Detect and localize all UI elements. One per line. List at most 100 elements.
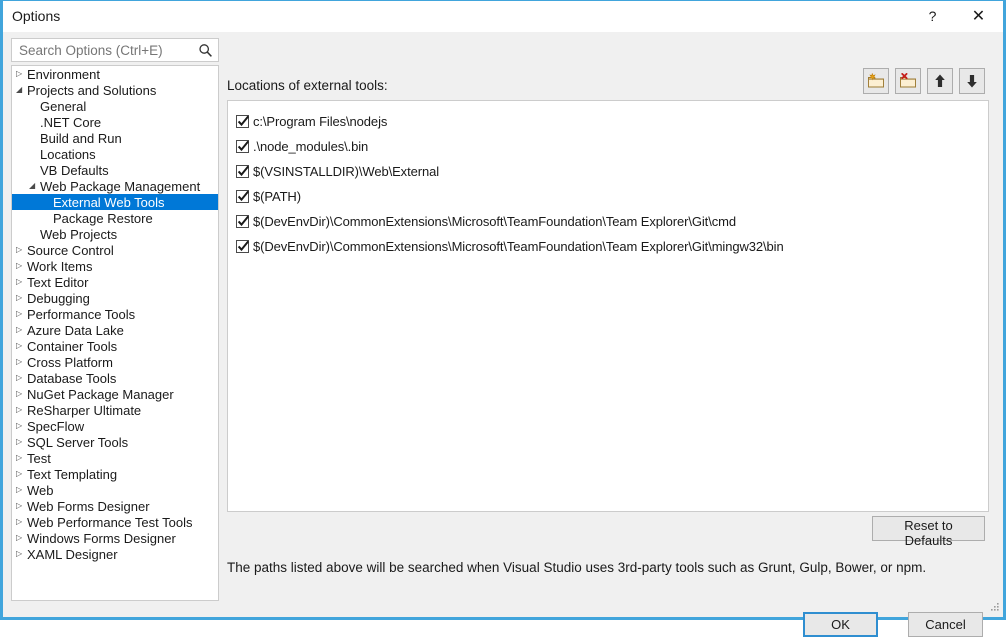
sidebar-item-database-tools[interactable]: ▷ Database Tools bbox=[12, 370, 218, 386]
cancel-button[interactable]: Cancel bbox=[908, 612, 983, 637]
chevron-right-icon[interactable]: ▷ bbox=[16, 386, 27, 402]
sidebar-item-package-restore[interactable]: Package Restore bbox=[12, 210, 218, 226]
chevron-right-icon[interactable]: ▷ bbox=[16, 370, 27, 386]
list-item[interactable]: $(PATH) bbox=[236, 184, 988, 209]
chevron-right-icon[interactable]: ▷ bbox=[16, 418, 27, 434]
sidebar-item-specflow[interactable]: ▷ SpecFlow bbox=[12, 418, 218, 434]
chevron-right-icon[interactable]: ▷ bbox=[16, 274, 27, 290]
search-input[interactable] bbox=[17, 39, 192, 61]
sidebar-item-web-forms-designer[interactable]: ▷ Web Forms Designer bbox=[12, 498, 218, 514]
add-folder-button[interactable] bbox=[863, 68, 889, 94]
locations-label: Locations of external tools: bbox=[227, 78, 388, 93]
sidebar-item-label: SQL Server Tools bbox=[27, 434, 129, 450]
sidebar-item-net-core[interactable]: .NET Core bbox=[12, 114, 218, 130]
sidebar-item-general[interactable]: General bbox=[12, 98, 218, 114]
list-item[interactable]: c:\Program Files\nodejs bbox=[236, 109, 988, 134]
close-icon[interactable]: ✕ bbox=[956, 1, 1001, 31]
sidebar-item-label: Web Package Management bbox=[40, 178, 201, 194]
chevron-right-icon[interactable]: ▷ bbox=[16, 514, 27, 530]
chevron-right-icon[interactable]: ▷ bbox=[16, 322, 27, 338]
move-up-button[interactable] bbox=[927, 68, 953, 94]
sidebar-item-xaml-designer[interactable]: ▷ XAML Designer bbox=[12, 546, 218, 562]
chevron-right-icon[interactable]: ▷ bbox=[16, 530, 27, 546]
sidebar-item-label: Windows Forms Designer bbox=[27, 530, 176, 546]
sidebar-item-web[interactable]: ▷ Web bbox=[12, 482, 218, 498]
chevron-right-icon[interactable]: ▷ bbox=[16, 290, 27, 306]
list-item[interactable]: $(DevEnvDir)\CommonExtensions\Microsoft\… bbox=[236, 209, 988, 234]
chevron-right-icon[interactable]: ▷ bbox=[16, 306, 27, 322]
reset-to-defaults-button[interactable]: Reset to Defaults bbox=[872, 516, 985, 548]
chevron-right-icon[interactable]: ▷ bbox=[16, 354, 27, 370]
sidebar-item-label: Projects and Solutions bbox=[27, 82, 157, 98]
sidebar-item-vb-defaults[interactable]: VB Defaults bbox=[12, 162, 218, 178]
path-checkbox[interactable] bbox=[236, 190, 249, 203]
search-icon[interactable] bbox=[196, 41, 214, 59]
sidebar-item-windows-forms-designer[interactable]: ▷ Windows Forms Designer bbox=[12, 530, 218, 546]
sidebar-item-build-and-run[interactable]: Build and Run bbox=[12, 130, 218, 146]
sidebar-item-label: XAML Designer bbox=[27, 546, 118, 562]
chevron-right-icon[interactable]: ▷ bbox=[16, 258, 27, 274]
sidebar-item-label: Container Tools bbox=[27, 338, 118, 354]
help-button[interactable]: ? bbox=[910, 1, 955, 31]
sidebar-item-external-web-tools[interactable]: External Web Tools bbox=[12, 194, 218, 210]
sidebar-item-test[interactable]: ▷ Test bbox=[12, 450, 218, 466]
sidebar-item-work-items[interactable]: ▷ Work Items bbox=[12, 258, 218, 274]
resize-grip[interactable] bbox=[988, 600, 1000, 612]
sidebar-item-source-control[interactable]: ▷ Source Control bbox=[12, 242, 218, 258]
chevron-right-icon[interactable]: ▷ bbox=[16, 66, 27, 82]
chevron-right-icon[interactable]: ▷ bbox=[16, 402, 27, 418]
sidebar-item-projects-and-solutions[interactable]: ◢ Projects and Solutions bbox=[12, 82, 218, 98]
sidebar-item-label: VB Defaults bbox=[40, 162, 109, 178]
chevron-right-icon[interactable]: ▷ bbox=[16, 450, 27, 466]
sidebar-item-azure-data-lake[interactable]: ▷ Azure Data Lake bbox=[12, 322, 218, 338]
sidebar-item-debugging[interactable]: ▷ Debugging bbox=[12, 290, 218, 306]
sidebar-item-sql-server-tools[interactable]: ▷ SQL Server Tools bbox=[12, 434, 218, 450]
sidebar-item-cross-platform[interactable]: ▷ Cross Platform bbox=[12, 354, 218, 370]
path-checkbox[interactable] bbox=[236, 165, 249, 178]
sidebar-item-text-editor[interactable]: ▷ Text Editor bbox=[12, 274, 218, 290]
sidebar-item-performance-tools[interactable]: ▷ Performance Tools bbox=[12, 306, 218, 322]
sidebar-item-label: Locations bbox=[40, 146, 96, 162]
options-tree[interactable]: ▷ Environment ◢ Projects and Solutions Gener… bbox=[11, 65, 219, 601]
sidebar-item-web-performance-test-tools[interactable]: ▷ Web Performance Test Tools bbox=[12, 514, 218, 530]
chevron-right-icon[interactable]: ▷ bbox=[16, 498, 27, 514]
ok-button[interactable]: OK bbox=[803, 612, 878, 637]
sidebar-item-locations[interactable]: Locations bbox=[12, 146, 218, 162]
list-item[interactable]: $(DevEnvDir)\CommonExtensions\Microsoft\… bbox=[236, 234, 988, 259]
sidebar-item-environment[interactable]: ▷ Environment bbox=[12, 66, 218, 82]
list-item[interactable]: .\node_modules\.bin bbox=[236, 134, 988, 159]
move-down-button[interactable] bbox=[959, 68, 985, 94]
path-checkbox[interactable] bbox=[236, 115, 249, 128]
sidebar-item-label: Web Forms Designer bbox=[27, 498, 150, 514]
path-text: $(DevEnvDir)\CommonExtensions\Microsoft\… bbox=[253, 239, 784, 254]
path-checkbox[interactable] bbox=[236, 240, 249, 253]
sidebar-item-container-tools[interactable]: ▷ Container Tools bbox=[12, 338, 218, 354]
path-checkbox[interactable] bbox=[236, 140, 249, 153]
path-text: $(VSINSTALLDIR)\Web\External bbox=[253, 164, 440, 179]
chevron-right-icon[interactable]: ▷ bbox=[16, 482, 27, 498]
sidebar-item-label: General bbox=[40, 98, 87, 114]
delete-folder-button[interactable] bbox=[895, 68, 921, 94]
path-checkbox[interactable] bbox=[236, 215, 249, 228]
sidebar-item-label: Test bbox=[27, 450, 51, 466]
sidebar-item-label: NuGet Package Manager bbox=[27, 386, 174, 402]
chevron-right-icon[interactable]: ▷ bbox=[16, 338, 27, 354]
search-box[interactable] bbox=[11, 38, 219, 62]
sidebar-item-label: Build and Run bbox=[40, 130, 122, 146]
chevron-right-icon[interactable]: ▷ bbox=[16, 466, 27, 482]
sidebar-item-resharper-ultimate[interactable]: ▷ ReSharper Ultimate bbox=[12, 402, 218, 418]
chevron-right-icon[interactable]: ▷ bbox=[16, 546, 27, 562]
chevron-down-icon[interactable]: ◢ bbox=[29, 178, 40, 194]
sidebar-item-nuget-package-manager[interactable]: ▷ NuGet Package Manager bbox=[12, 386, 218, 402]
title-bar: Options ? ✕ bbox=[3, 1, 1003, 32]
sidebar-item-web-package-management[interactable]: ◢ Web Package Management bbox=[12, 178, 218, 194]
sidebar-item-web-projects[interactable]: Web Projects bbox=[12, 226, 218, 242]
chevron-down-icon[interactable]: ◢ bbox=[16, 82, 27, 98]
sidebar-item-label: Environment bbox=[27, 66, 100, 82]
list-item[interactable]: $(VSINSTALLDIR)\Web\External bbox=[236, 159, 988, 184]
sidebar-item-text-templating[interactable]: ▷ Text Templating bbox=[12, 466, 218, 482]
external-tools-list[interactable]: c:\Program Files\nodejs .\node_modules\.b… bbox=[227, 100, 989, 512]
chevron-right-icon[interactable]: ▷ bbox=[16, 242, 27, 258]
chevron-right-icon[interactable]: ▷ bbox=[16, 434, 27, 450]
sidebar-item-label: Web Projects bbox=[40, 226, 118, 242]
